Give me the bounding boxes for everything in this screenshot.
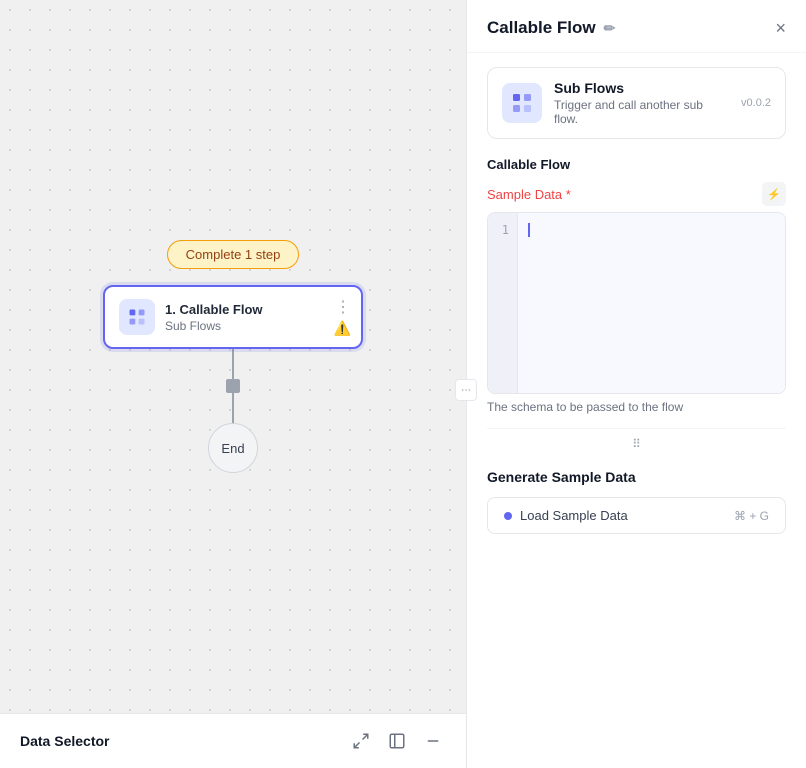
plugin-card: Sub Flows Trigger and call another sub f… (487, 67, 786, 139)
field-icon[interactable]: ⚡ (762, 182, 786, 206)
code-content[interactable] (518, 213, 785, 393)
plugin-info: Sub Flows Trigger and call another sub f… (554, 80, 729, 126)
line-numbers: 1 (488, 213, 518, 393)
end-node: End (208, 423, 258, 473)
plugin-name: Sub Flows (554, 80, 729, 96)
bottom-bar-actions (348, 728, 446, 754)
collapse-icon: ⋯ (461, 385, 471, 396)
code-editor-inner: 1 (488, 213, 785, 393)
load-sample-dot (504, 512, 512, 520)
canvas-content: Complete 1 step 1. Callable Flow Sub Flo… (103, 240, 363, 473)
plugin-icon (502, 83, 542, 123)
close-panel-button[interactable]: × (775, 19, 786, 37)
right-panel: Callable Flow ✏ × Sub Flows Trigger and … (466, 0, 806, 768)
edit-title-icon[interactable]: ✏ (604, 20, 616, 37)
generate-section: Generate Sample Data Load Sample Data ⌘ … (467, 459, 806, 544)
sidebar-toggle-button[interactable] (384, 728, 410, 754)
panel-title: Callable Flow ✏ (487, 18, 615, 38)
cursor (528, 223, 530, 237)
load-sample-button[interactable]: Load Sample Data ⌘ + G (487, 497, 786, 534)
field-label: Sample Data * ⚡ (467, 182, 806, 212)
data-selector-title: Data Selector (20, 733, 109, 749)
load-sample-shortcut: ⌘ + G (734, 509, 769, 523)
connector-line-2 (232, 393, 234, 423)
expand-button[interactable] (348, 728, 374, 754)
plugin-description: Trigger and call another sub flow. (554, 98, 729, 126)
connector-line-1 (232, 349, 234, 379)
panel-header: Callable Flow ✏ × (467, 0, 806, 53)
minimize-button[interactable] (420, 728, 446, 754)
flow-node[interactable]: 1. Callable Flow Sub Flows ⋮ ⚠️ (103, 285, 363, 349)
node-warning-icon: ⚠️ (334, 320, 351, 337)
load-sample-label: Load Sample Data (520, 508, 628, 523)
plugin-version: v0.0.2 (741, 97, 771, 109)
section-divider: ⠿ (467, 429, 806, 459)
field-label-text: Sample Data * (487, 187, 571, 202)
node-menu-button[interactable]: ⋮ (335, 297, 351, 317)
node-icon (119, 299, 155, 335)
node-title: 1. Callable Flow (165, 302, 347, 317)
connector-square (226, 379, 240, 393)
bottom-bar: Data Selector (0, 713, 466, 768)
divider-icon: ⠿ (632, 437, 641, 451)
section-label: Callable Flow (467, 153, 806, 182)
code-editor[interactable]: 1 (487, 212, 786, 394)
generate-title: Generate Sample Data (487, 469, 786, 485)
field-hint: The schema to be passed to the flow (467, 394, 806, 428)
panel-title-text: Callable Flow (487, 18, 596, 38)
node-subtitle: Sub Flows (165, 319, 347, 333)
node-info: 1. Callable Flow Sub Flows (165, 302, 347, 333)
canvas-area: Complete 1 step 1. Callable Flow Sub Flo… (0, 0, 466, 768)
panel-collapse-handle[interactable]: ⋯ (455, 379, 477, 401)
complete-step-badge: Complete 1 step (167, 240, 300, 269)
